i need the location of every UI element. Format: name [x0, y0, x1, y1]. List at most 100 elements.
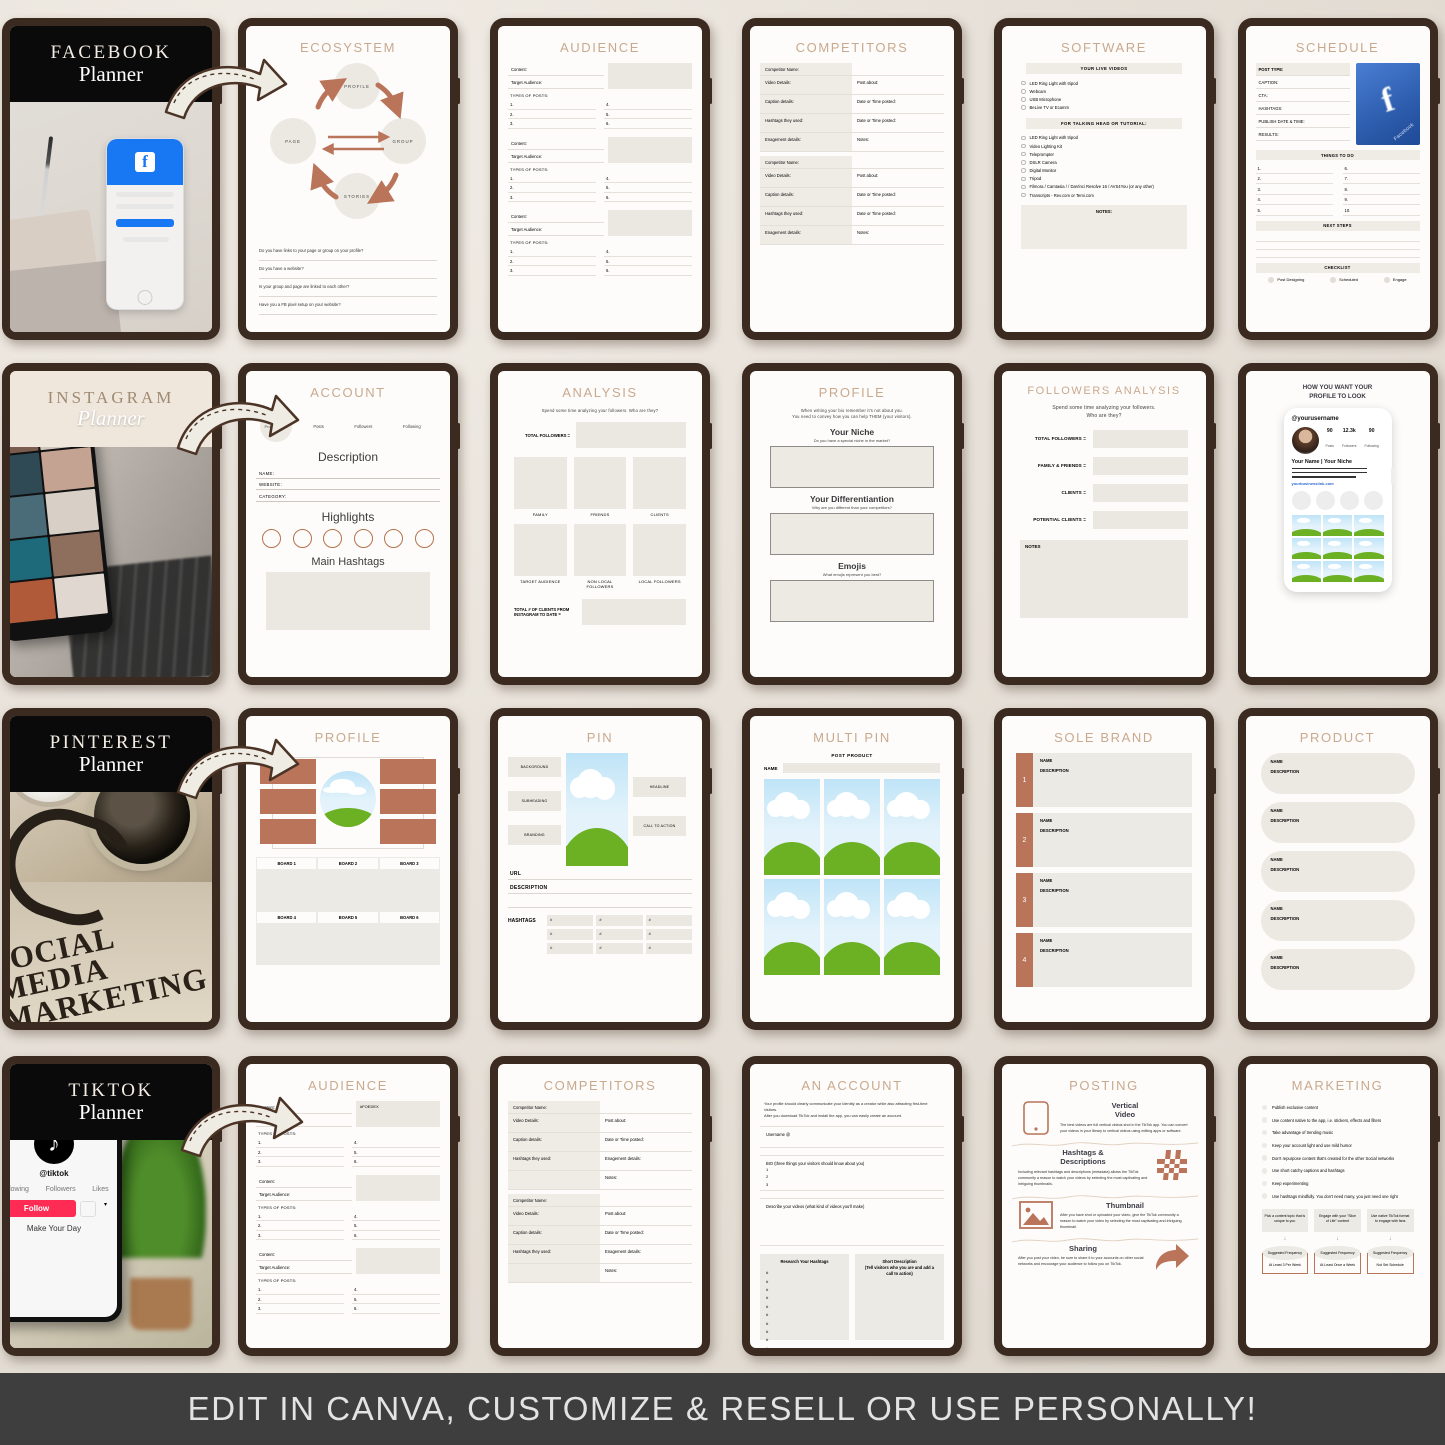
- checkbox-icon[interactable]: [1261, 1142, 1267, 1149]
- software-item[interactable]: BeLive TV or Ecamm: [1012, 104, 1196, 112]
- post-type-item[interactable]: 3.: [256, 1231, 344, 1240]
- checkbox-icon[interactable]: [1021, 176, 1026, 182]
- multipin-tile[interactable]: [824, 879, 880, 975]
- audience-box[interactable]: [356, 1174, 440, 1201]
- highlight-circle[interactable]: [414, 528, 434, 548]
- hashtag-cell[interactable]: #: [596, 915, 643, 926]
- todo-item[interactable]: 6.: [1342, 163, 1420, 174]
- hashtag-cell[interactable]: #: [645, 915, 692, 926]
- competitor-cell[interactable]: Date or Time posted:: [852, 95, 944, 114]
- software-item[interactable]: Filmora / Camtasia / / DaVinci Resolve 1…: [1012, 183, 1196, 191]
- todo-item[interactable]: 10.: [1342, 205, 1420, 216]
- product-row[interactable]: NAME DESCRIPTION: [1260, 802, 1415, 843]
- competitor-cell[interactable]: Date or Time posted:: [852, 114, 944, 133]
- checkbox-icon[interactable]: [1021, 105, 1026, 110]
- tablet-frame-software[interactable]: SOFTWARE YOUR LIVE VIDEOS LED Ring Light…: [994, 18, 1216, 340]
- bio-item[interactable]: 2: [766, 1173, 944, 1180]
- tablet-frame-instagram-cover[interactable]: INSTAGRAM Planner: [2, 363, 222, 685]
- ig-account-field[interactable]: NAME:: [256, 467, 440, 479]
- checkbox-icon[interactable]: [1261, 1117, 1267, 1123]
- post-type-item[interactable]: 5.: [604, 183, 692, 193]
- checkbox-icon[interactable]: [1261, 1104, 1267, 1111]
- competitor-cell[interactable]: Caption details:: [760, 95, 852, 114]
- research-hashtags-box[interactable]: Research Your Hashtags ###########: [760, 1254, 849, 1348]
- post-type-item[interactable]: 1.: [256, 1138, 344, 1148]
- competitor-cell[interactable]: Hashtags they used:: [760, 114, 852, 133]
- hashtag-cell[interactable]: #: [596, 929, 643, 940]
- tablet-frame-posting[interactable]: POSTING Vertical Video The best videos are…: [994, 1056, 1216, 1356]
- analysis-box[interactable]: [633, 457, 686, 510]
- tablet-frame-ig-profile[interactable]: PROFILE When writing your bio remember i…: [742, 363, 964, 685]
- board-body[interactable]: [256, 924, 440, 965]
- multipin-tile[interactable]: [884, 879, 940, 975]
- competitor-cell[interactable]: Enagement details:: [760, 133, 852, 152]
- post-type-item[interactable]: 5.: [352, 1148, 440, 1157]
- analysis-box[interactable]: [633, 524, 686, 577]
- checkbox-icon[interactable]: [1021, 89, 1026, 94]
- competitor-cell[interactable]: Notes:: [852, 226, 944, 245]
- post-type-item[interactable]: 2.: [256, 1221, 344, 1231]
- followers-notes-box[interactable]: NOTES: [1020, 539, 1188, 618]
- tablet-frame-tt-competitors[interactable]: COMPETITORS Competitor Name: Video Detail…: [490, 1056, 712, 1356]
- post-type-item[interactable]: 6.: [352, 1231, 440, 1240]
- highlight-circle[interactable]: [323, 528, 343, 548]
- post-type-item[interactable]: 3.: [256, 1304, 344, 1314]
- post-type-item[interactable]: 1.: [508, 100, 596, 110]
- profile-photo-placeholder[interactable]: Profile Photo: [260, 410, 292, 442]
- post-type-item[interactable]: 1.: [256, 1285, 344, 1295]
- next-steps-lines[interactable]: [1255, 234, 1420, 258]
- checklist-item[interactable]: Scheduled: [1330, 276, 1358, 283]
- solebrand-body[interactable]: NAME DESCRIPTION: [1033, 933, 1192, 987]
- post-type-item[interactable]: 5.: [604, 110, 692, 119]
- checklist-item[interactable]: Engage: [1383, 276, 1407, 283]
- competitor-cell[interactable]: Caption details:: [508, 1133, 600, 1152]
- solebrand-body[interactable]: NAME DESCRIPTION: [1033, 813, 1192, 867]
- competitor-cell[interactable]: Date or Time posted:: [600, 1133, 692, 1152]
- hashtag-line[interactable]: #: [766, 1345, 843, 1348]
- tablet-frame-pin[interactable]: PIN BACKGROUND SUBHEADING BRANDING HEADLIN…: [490, 708, 712, 1030]
- competitor-cell[interactable]: Notes:: [852, 133, 944, 152]
- marketing-item[interactable]: Take advantage of trending music: [1256, 1126, 1420, 1139]
- software-item[interactable]: Teleprompter: [1012, 150, 1196, 158]
- checkbox-icon[interactable]: [1021, 143, 1026, 149]
- software-item[interactable]: Transcripts - Rev.com or Temi.com: [1012, 191, 1196, 199]
- post-type-item[interactable]: 4.: [352, 1285, 440, 1295]
- pin-tag[interactable]: BRANDING: [508, 825, 561, 845]
- analysis-box[interactable]: [514, 524, 567, 577]
- competitor-cell[interactable]: [600, 1194, 692, 1207]
- competitor-cell[interactable]: Enagement details:: [760, 226, 852, 245]
- board-header[interactable]: BOARD 6: [378, 911, 440, 924]
- product-row[interactable]: NAME DESCRIPTION: [1260, 949, 1415, 990]
- checklist-item[interactable]: Post Designing: [1268, 276, 1304, 283]
- competitor-cell[interactable]: Date or Time posted:: [852, 188, 944, 207]
- mock-link[interactable]: yourbusinesslink.com: [1292, 481, 1384, 486]
- checkbox-icon[interactable]: [1261, 1155, 1267, 1161]
- hashtag-line[interactable]: #: [766, 1328, 843, 1336]
- total-followers-input[interactable]: [576, 422, 686, 449]
- total-clients-input[interactable]: [582, 599, 686, 626]
- tablet-frame-tiktok-cover[interactable]: ••• TikTok @tiktok FollowingFollowersLik…: [2, 1056, 222, 1356]
- competitor-cell[interactable]: Enagement details:: [600, 1152, 692, 1171]
- tablet-frame-fb-competitors[interactable]: COMPETITORS Competitor Name: Video Detail…: [742, 18, 964, 340]
- checkbox-icon[interactable]: [1021, 160, 1026, 165]
- checkbox-icon[interactable]: [1261, 1168, 1267, 1174]
- hashtags-box[interactable]: [266, 571, 430, 630]
- profile-section-box[interactable]: [770, 512, 934, 555]
- schedule-field[interactable]: RESULTS:: [1255, 128, 1350, 141]
- tablet-frame-schedule[interactable]: SCHEDULE POST TYPE: CAPTION: CTA: HASHTAGS:…: [1237, 18, 1440, 340]
- hashtag-cell[interactable]: #: [547, 943, 594, 954]
- marketing-item[interactable]: Use content native to the app, i.e. stic…: [1256, 1114, 1420, 1127]
- post-type-item[interactable]: 4.: [604, 174, 692, 183]
- post-type-item[interactable]: 1.: [508, 247, 596, 257]
- checkbox-icon[interactable]: [1383, 276, 1390, 283]
- checkbox-icon[interactable]: [1261, 1180, 1267, 1187]
- board-body[interactable]: [256, 870, 440, 911]
- checkbox-icon[interactable]: [1021, 80, 1026, 86]
- competitor-cell[interactable]: Competitor Name:: [760, 156, 852, 169]
- post-type-item[interactable]: 4.: [604, 100, 692, 110]
- tablet-frame-tt-audience[interactable]: AUDIENCE Content: Target Audience: #FOEDEX…: [238, 1056, 460, 1356]
- tablet-frame-marketing[interactable]: MARKETING Publish exclusive content Use c…: [1237, 1056, 1440, 1356]
- tablet-frame-fb-audience[interactable]: AUDIENCE Content: Target Audience: TYPES O…: [490, 18, 712, 340]
- followers-row-input[interactable]: [1093, 510, 1188, 529]
- pin-description-line[interactable]: [508, 894, 692, 908]
